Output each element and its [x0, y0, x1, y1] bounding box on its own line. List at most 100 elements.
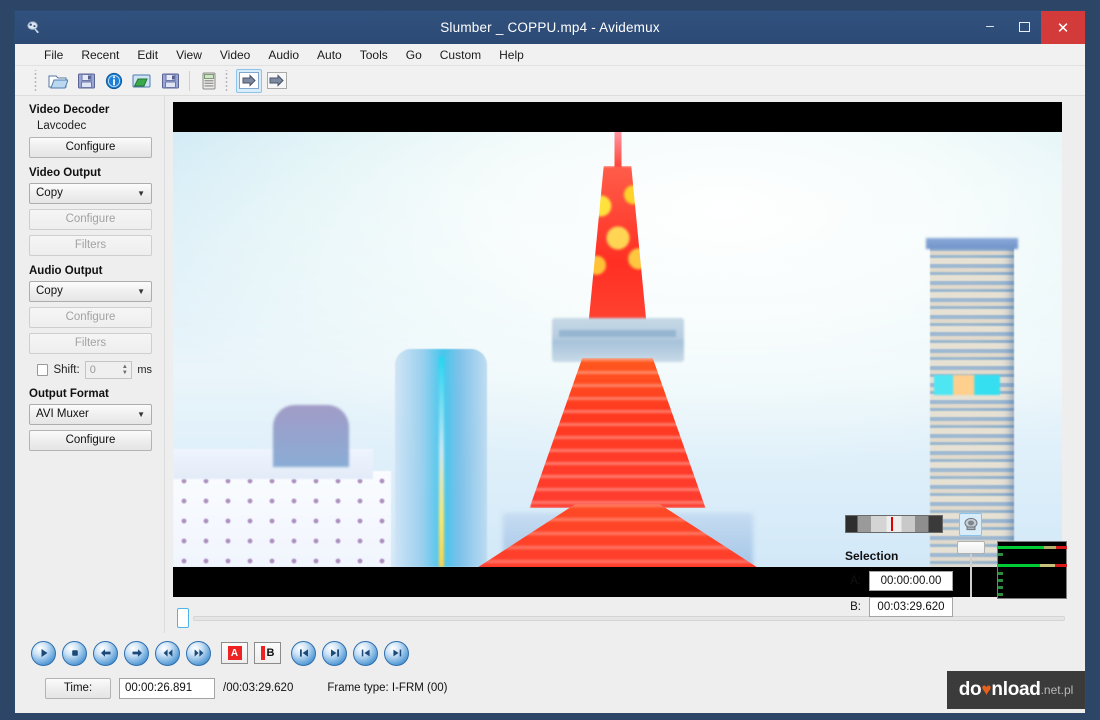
video-frame	[173, 132, 1062, 567]
chevron-down-icon: ▼	[137, 405, 145, 424]
spinner-arrows-icon[interactable]: ▲▼	[120, 362, 129, 378]
rewind-button[interactable]	[155, 641, 180, 666]
next-keyframe-button[interactable]	[322, 641, 347, 666]
heart-icon: ♥	[981, 680, 991, 700]
menu-file[interactable]: File	[35, 46, 72, 64]
bottom-controls: A B Time:	[15, 633, 1085, 703]
menu-auto[interactable]: Auto	[308, 46, 351, 64]
selection-panel: Selection A: 00:00:00.00 B: 00:03:29.620	[839, 513, 1085, 633]
video-output-select[interactable]: Copy ▼	[29, 183, 152, 204]
set-marker-b-button[interactable]: B	[254, 642, 281, 664]
menu-go[interactable]: Go	[397, 46, 431, 64]
audio-shift-value: 0	[90, 364, 96, 376]
menu-video[interactable]: Video	[211, 46, 259, 64]
save-file-icon[interactable]	[73, 69, 99, 93]
audio-shift-stepper[interactable]: 0 ▲▼	[85, 361, 133, 379]
seek-handle[interactable]	[177, 608, 189, 628]
audio-output-title: Audio Output	[29, 265, 152, 277]
audio-shift-checkbox[interactable]	[37, 364, 48, 376]
video-output-title: Video Output	[29, 167, 152, 179]
marker-a-label: A	[228, 646, 242, 660]
go-to-start-button[interactable]	[353, 641, 378, 666]
window-title: Slumber _ COPPU.mp4 - Avidemux	[15, 11, 1085, 44]
volume-track	[970, 551, 972, 597]
menu-tools[interactable]: Tools	[351, 46, 397, 64]
marker-b-label: B	[267, 647, 275, 659]
maximize-button[interactable]	[1007, 11, 1041, 44]
audio-output-select[interactable]: Copy ▼	[29, 281, 152, 302]
window-controls: – ✕	[973, 11, 1085, 44]
download-net-pl-watermark: do ♥ nload .net.pl	[947, 671, 1085, 709]
video-decoder-title: Video Decoder	[29, 104, 152, 116]
video-output-filters-button[interactable]: Filters	[29, 235, 152, 256]
selection-title: Selection	[845, 549, 898, 563]
audio-output-filters-button[interactable]: Filters	[29, 333, 152, 354]
watermark-prefix: do	[959, 679, 982, 701]
frame-type-label: Frame type: I-FRM (00)	[327, 682, 447, 694]
menu-view[interactable]: View	[167, 46, 211, 64]
jump-to-frame-icon[interactable]	[236, 69, 262, 93]
selection-a-row: A: 00:00:00.00	[845, 571, 953, 591]
next-frame-button[interactable]	[124, 641, 149, 666]
minimize-button[interactable]: –	[973, 11, 1007, 44]
previous-keyframe-button[interactable]	[291, 641, 316, 666]
avidemux-window: Slumber _ COPPU.mp4 - Avidemux – ✕ File …	[14, 10, 1086, 710]
open-project-icon[interactable]	[129, 69, 155, 93]
output-format-select[interactable]: AVI Muxer ▼	[29, 404, 152, 425]
selection-a-input[interactable]: 00:00:00.00	[869, 571, 953, 591]
transport-area: A B Time:	[15, 633, 1079, 703]
selection-b-input[interactable]: 00:03:29.620	[869, 597, 953, 617]
info-icon[interactable]	[101, 69, 127, 93]
toolbar-separator	[189, 71, 190, 91]
audio-output-configure-button[interactable]: Configure	[29, 307, 152, 328]
toolbar-grip[interactable]	[33, 70, 39, 92]
video-decoder-configure-button[interactable]: Configure	[29, 137, 152, 158]
previous-frame-button[interactable]	[93, 641, 118, 666]
watermark-middle: nload	[991, 679, 1040, 701]
audio-shift-row: Shift: 0 ▲▼ ms	[37, 361, 152, 379]
open-file-icon[interactable]	[45, 69, 71, 93]
stop-button[interactable]	[62, 641, 87, 666]
main-toolbar	[15, 66, 1085, 96]
audio-shift-unit: ms	[137, 364, 152, 376]
volume-slider[interactable]	[957, 541, 985, 597]
set-marker-a-button[interactable]: A	[221, 642, 248, 664]
selection-b-row: B: 00:03:29.620	[845, 597, 953, 617]
speaker-icon[interactable]	[959, 513, 982, 536]
current-time-input[interactable]: 00:00:26.891	[119, 678, 215, 699]
menu-help[interactable]: Help	[490, 46, 533, 64]
go-to-end-button[interactable]	[384, 641, 409, 666]
toolbar-grip-2[interactable]	[224, 70, 230, 92]
menu-audio[interactable]: Audio	[259, 46, 308, 64]
volume-knob[interactable]	[957, 541, 985, 554]
main-body: Video Decoder Lavcodec Configure Video O…	[15, 96, 1085, 633]
calculator-icon[interactable]	[196, 69, 222, 93]
output-format-value: AVI Muxer	[36, 408, 89, 420]
tokyo-tower	[448, 132, 788, 567]
watermark-suffix: .net.pl	[1041, 683, 1074, 697]
menu-recent[interactable]: Recent	[72, 46, 128, 64]
fast-forward-button[interactable]	[186, 641, 211, 666]
video-output-configure-button[interactable]: Configure	[29, 209, 152, 230]
thumbnail-position-marker	[891, 517, 893, 531]
output-format-title: Output Format	[29, 388, 152, 400]
menu-custom[interactable]: Custom	[431, 46, 490, 64]
audio-output-value: Copy	[36, 285, 63, 297]
title-bar: Slumber _ COPPU.mp4 - Avidemux – ✕	[15, 11, 1085, 44]
close-button[interactable]: ✕	[1041, 11, 1085, 44]
menu-edit[interactable]: Edit	[128, 46, 167, 64]
time-status-row: Time: 00:00:26.891 /00:03:29.620 Frame t…	[31, 673, 1079, 703]
video-decoder-codec: Lavcodec	[29, 120, 152, 132]
thumbnail-strip[interactable]	[845, 515, 943, 533]
output-format-configure-button[interactable]: Configure	[29, 430, 152, 451]
audio-shift-label: Shift:	[53, 364, 79, 376]
time-button[interactable]: Time:	[45, 678, 111, 699]
append-icon[interactable]	[264, 69, 290, 93]
audio-level-meter	[997, 541, 1067, 599]
play-button[interactable]	[31, 641, 56, 666]
settings-sidebar: Video Decoder Lavcodec Configure Video O…	[15, 96, 165, 633]
menu-bar: File Recent Edit View Video Audio Auto T…	[15, 44, 1085, 66]
film-reel-icon	[23, 18, 43, 38]
marker-b-bar-icon	[261, 646, 265, 660]
save-project-icon[interactable]	[157, 69, 183, 93]
